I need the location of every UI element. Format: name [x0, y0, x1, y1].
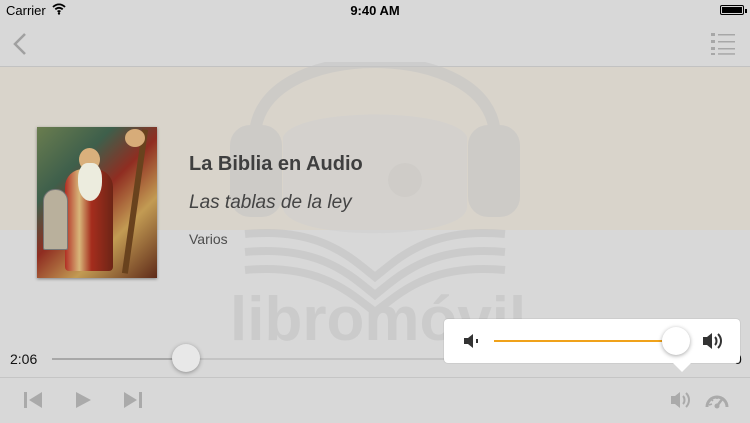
elapsed-time: 2:06 — [10, 351, 38, 367]
volume-slider-thumb[interactable] — [662, 327, 690, 355]
volume-popover — [444, 319, 740, 372]
progress-thumb[interactable] — [172, 344, 200, 372]
chapter-title: Las tablas de la ley — [189, 192, 352, 213]
cover-staff — [121, 129, 149, 274]
skip-back-icon[interactable] — [22, 390, 44, 410]
back-chevron-icon[interactable] — [8, 30, 32, 58]
cover-stone-tablets — [43, 189, 68, 250]
cover-raised-hand — [125, 129, 145, 147]
player-toolbar — [0, 377, 750, 423]
cover-beard — [78, 163, 102, 201]
skip-forward-icon[interactable] — [122, 390, 144, 410]
list-icon[interactable] — [710, 30, 736, 56]
progress-fill — [52, 358, 186, 360]
book-title: La Biblia en Audio — [189, 153, 363, 175]
book-cover-image — [37, 127, 157, 278]
play-icon[interactable] — [72, 390, 94, 410]
volume-icon[interactable] — [670, 390, 692, 410]
status-bar: Carrier 9:40 AM — [0, 0, 750, 22]
volume-high-icon[interactable] — [702, 331, 724, 351]
battery-icon — [720, 5, 747, 15]
volume-slider-track[interactable] — [494, 340, 674, 342]
speedometer-icon[interactable] — [705, 390, 729, 410]
navigation-bar — [0, 22, 750, 67]
volume-low-icon[interactable] — [463, 333, 480, 349]
status-time: 9:40 AM — [350, 3, 400, 18]
book-author: Varios — [189, 231, 228, 247]
